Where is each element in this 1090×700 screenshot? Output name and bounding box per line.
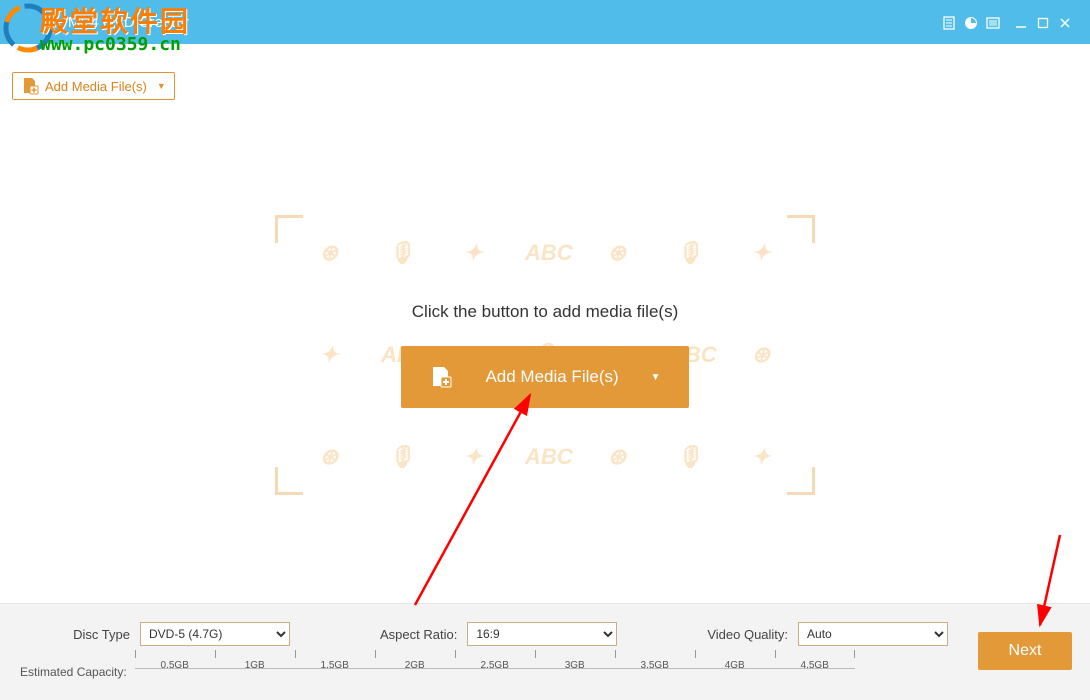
add-file-icon (21, 77, 39, 95)
capacity-scale: 0.5GB1GB1.5GB2GB2.5GB3GB3.5GB4GB4.5GB (135, 658, 855, 686)
maximize-button[interactable] (1032, 14, 1054, 31)
chevron-down-icon: ▼ (651, 372, 661, 383)
add-media-big-label: Add Media File(s) (485, 367, 618, 387)
aspect-ratio-select[interactable]: 16:9 (467, 622, 617, 646)
next-button[interactable]: Next (978, 632, 1072, 670)
add-media-small-button[interactable]: Add Media File(s) ▼ (12, 72, 175, 100)
main-area: ⊛🎙✦ABC⊛🎙✦ ✦ABC⊛🎙✦ABC⊛ ⊛🎙✦ABC⊛🎙✦ Click th… (0, 105, 1090, 605)
capacity-tick: 1.5GB (295, 660, 375, 671)
titlebar: AnyMP4 DVD Creator (0, 0, 1090, 44)
corner-bracket (275, 467, 303, 495)
aspect-ratio-label: Aspect Ratio: (380, 627, 457, 642)
app-title: AnyMP4 DVD Creator (42, 14, 189, 31)
capacity-tick: 4GB (695, 660, 775, 671)
disc-type-select[interactable]: DVD-5 (4.7G) (140, 622, 290, 646)
corner-bracket (275, 215, 303, 243)
add-media-big-button[interactable]: Add Media File(s) ▼ (401, 346, 688, 408)
capacity-tick: 3GB (535, 660, 615, 671)
capacity-row: Estimated Capacity: 0.5GB1GB1.5GB2GB2.5G… (20, 658, 1070, 686)
instruction-text: Click the button to add media file(s) (412, 302, 678, 322)
disc-type-label: Disc Type (20, 627, 130, 642)
help-icon[interactable] (960, 14, 982, 31)
close-button[interactable] (1054, 14, 1076, 31)
capacity-tick: 3.5GB (615, 660, 695, 671)
add-media-small-label: Add Media File(s) (45, 79, 147, 94)
bottom-panel: Disc Type DVD-5 (4.7G) Aspect Ratio: 16:… (0, 603, 1090, 700)
register-icon[interactable] (938, 14, 960, 31)
corner-bracket (787, 215, 815, 243)
video-quality-select[interactable]: Auto (798, 622, 948, 646)
corner-bracket (787, 467, 815, 495)
capacity-label: Estimated Capacity: (20, 665, 127, 679)
drop-area: ⊛🎙✦ABC⊛🎙✦ ✦ABC⊛🎙✦ABC⊛ ⊛🎙✦ABC⊛🎙✦ Click th… (275, 215, 815, 495)
menu-icon[interactable] (982, 14, 1004, 31)
capacity-tick: 4.5GB (775, 660, 855, 671)
video-quality-label: Video Quality: (707, 627, 788, 642)
toolbar: Add Media File(s) ▼ (0, 44, 1090, 100)
capacity-tick: 0.5GB (135, 660, 215, 671)
capacity-tick: 2.5GB (455, 660, 535, 671)
capacity-tick: 1GB (215, 660, 295, 671)
minimize-button[interactable] (1010, 14, 1032, 31)
capacity-tick: 2GB (375, 660, 455, 671)
add-file-icon (429, 365, 453, 389)
chevron-down-icon: ▼ (157, 81, 166, 91)
bottom-controls: Disc Type DVD-5 (4.7G) Aspect Ratio: 16:… (20, 622, 1070, 646)
